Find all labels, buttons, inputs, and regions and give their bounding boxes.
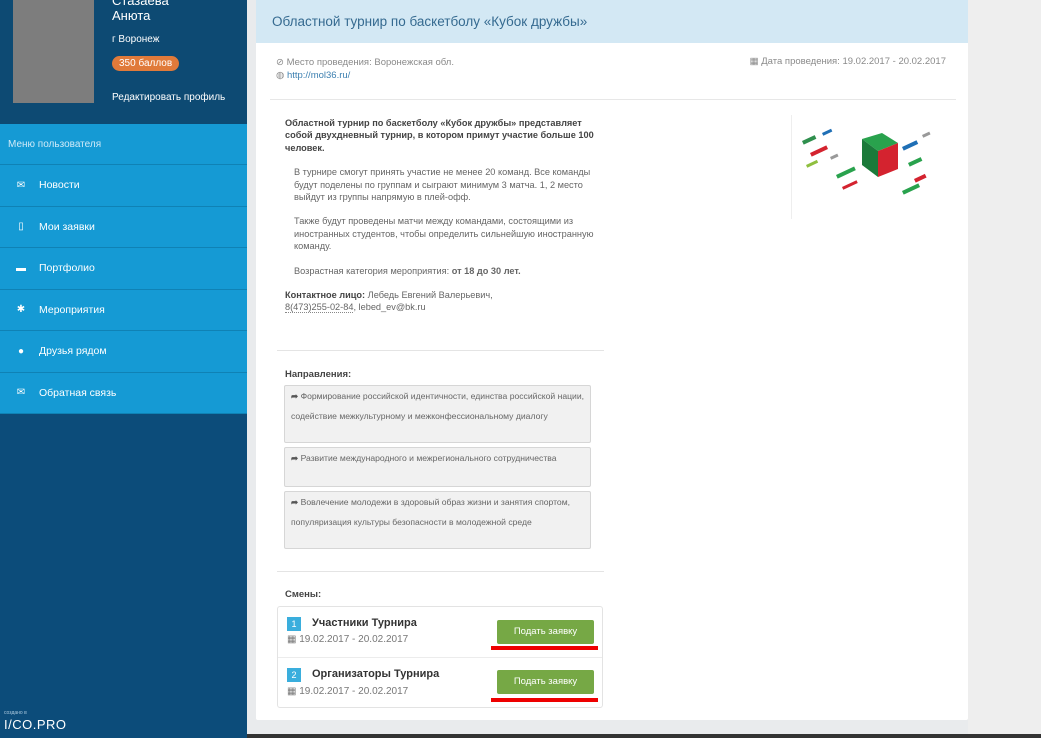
divider	[277, 571, 604, 572]
menu-item-news[interactable]: ✉ Новости	[0, 165, 247, 207]
event-title: Областной турнир по баскетболу «Кубок др…	[256, 0, 968, 43]
event-age: Возрастная категория мероприятия: от 18 …	[285, 265, 605, 277]
shifts-title: Смены:	[285, 589, 322, 600]
divider	[270, 99, 956, 100]
compass-icon: ⊘	[276, 57, 287, 68]
menu-item-friends-nearby[interactable]: ● Друзья рядом	[0, 331, 247, 373]
profile-name: Стазаева Анюта	[112, 0, 169, 23]
menu-item-label: Обратная связь	[39, 386, 117, 399]
event-description: Областной турнир по баскетболу «Кубок др…	[285, 117, 605, 314]
contact-label: Контактное лицо:	[285, 290, 366, 301]
contact-name: Лебедь Евгений Валерьевич,	[367, 290, 493, 301]
shifts-list: 1 Участники Турнира ▦ 19.02.2017 - 20.02…	[277, 606, 603, 708]
people-icon: ✱	[16, 304, 26, 316]
bookmark-icon: ▯	[18, 221, 24, 233]
event-panel: Областной турнир по баскетболу «Кубок др…	[256, 0, 968, 720]
menu-item-label: Мероприятия	[39, 303, 105, 316]
event-logo	[791, 115, 941, 219]
envelope-icon: ✉	[16, 387, 26, 399]
direction-tag: ➦ Развитие международного и межрегиональ…	[284, 447, 591, 487]
footer-caption: создано в	[4, 710, 27, 716]
shift-name: Участники Турнира	[312, 617, 417, 629]
megaphone-icon: ✉	[16, 179, 26, 191]
menu-item-label: Мои заявки	[39, 220, 95, 233]
age-label: Возрастная категория мероприятия:	[294, 265, 450, 276]
menu-item-label: Портфолио	[39, 262, 95, 275]
profile-card: Стазаева Анюта г Воронеж 350 баллов Реда…	[0, 0, 247, 124]
share-arrow-icon: ➦	[291, 497, 301, 507]
age-value: от 18 до 30 лет.	[451, 265, 521, 276]
share-arrow-icon: ➦	[291, 391, 301, 401]
event-logo-graphic	[802, 128, 931, 195]
brand-logo: I/CO.PRO	[4, 717, 67, 732]
menu-item-my-applications[interactable]: ▯ Мои заявки	[0, 207, 247, 248]
directions-title: Направления:	[285, 369, 352, 380]
page-background-right	[968, 0, 1041, 738]
shift-name: Организаторы Турнира	[312, 668, 440, 680]
menu-item-portfolio[interactable]: ▬ Портфолио	[0, 248, 247, 290]
user-menu: Меню пользователя ✉ Новости ▯ Мои заявки…	[0, 124, 247, 414]
menu-item-feedback[interactable]: ✉ Обратная связь	[0, 373, 247, 414]
calendar-icon: ▦	[287, 634, 300, 645]
folder-icon: ▬	[16, 262, 26, 274]
profile-city: г Воронеж	[112, 34, 160, 45]
shift-number-badge: 2	[287, 668, 301, 682]
globe-icon: ◍	[276, 70, 287, 81]
points-badge: 350 баллов	[112, 56, 180, 71]
shift-date: ▦ 19.02.2017 - 20.02.2017	[287, 634, 409, 645]
avatar[interactable]	[13, 0, 94, 103]
menu-item-label: Друзья рядом	[39, 345, 107, 358]
footer-brand[interactable]: создано в I/CO.PRO	[4, 710, 67, 734]
event-paragraph: В турнире смогут принять участие не мене…	[294, 167, 591, 203]
event-paragraph: Также будут проведены матчи между команд…	[294, 216, 594, 252]
calendar-icon: ▦	[749, 56, 762, 67]
apply-button[interactable]: Подать заявку	[497, 670, 594, 694]
event-date: ▦ Дата проведения: 19.02.2017 - 20.02.20…	[750, 56, 946, 67]
menu-item-events[interactable]: ✱ Мероприятия	[0, 290, 247, 331]
event-link[interactable]: http://mol36.ru/	[287, 70, 350, 81]
contact-email: , lebed_ev@bk.ru	[353, 302, 426, 313]
event-meta: ⊘ Место проведения: Воронежская обл. ◍ h…	[276, 56, 454, 82]
highlight-underline	[491, 646, 598, 650]
divider	[277, 350, 604, 351]
direction-text: Вовлечение молодежи в здоровый образ жиз…	[291, 497, 571, 527]
sidebar: Стазаева Анюта г Воронеж 350 баллов Реда…	[0, 0, 247, 738]
calendar-icon: ▦	[287, 686, 300, 697]
shift-date: ▦ 19.02.2017 - 20.02.2017	[287, 686, 409, 697]
direction-tag: ➦ Формирование российской идентичности, …	[284, 385, 591, 443]
event-lead: Областной турнир по баскетболу «Кубок др…	[285, 118, 594, 153]
map-marker-icon: ●	[17, 345, 25, 357]
contact-phone[interactable]: 8(473)255-02-84	[285, 302, 354, 314]
event-contact: Контактное лицо: Лебедь Евгений Валерьев…	[285, 289, 605, 314]
direction-text: Формирование российской идентичности, ед…	[291, 391, 585, 421]
event-place: Место проведения: Воронежская обл.	[286, 57, 454, 68]
edit-profile-link[interactable]: Редактировать профиль	[112, 92, 225, 103]
share-arrow-icon: ➦	[291, 453, 301, 463]
direction-tag: ➦ Вовлечение молодежи в здоровый образ ж…	[284, 491, 591, 549]
direction-text: Развитие международного и межрегионально…	[300, 453, 557, 463]
highlight-underline	[491, 698, 598, 702]
bottom-edge	[247, 734, 1041, 738]
menu-header: Меню пользователя	[0, 124, 247, 165]
shift-number-badge: 1	[287, 617, 301, 631]
apply-button[interactable]: Подать заявку	[497, 620, 594, 644]
menu-item-label: Новости	[39, 179, 80, 192]
event-date-text: Дата проведения: 19.02.2017 - 20.02.2017	[761, 56, 946, 67]
